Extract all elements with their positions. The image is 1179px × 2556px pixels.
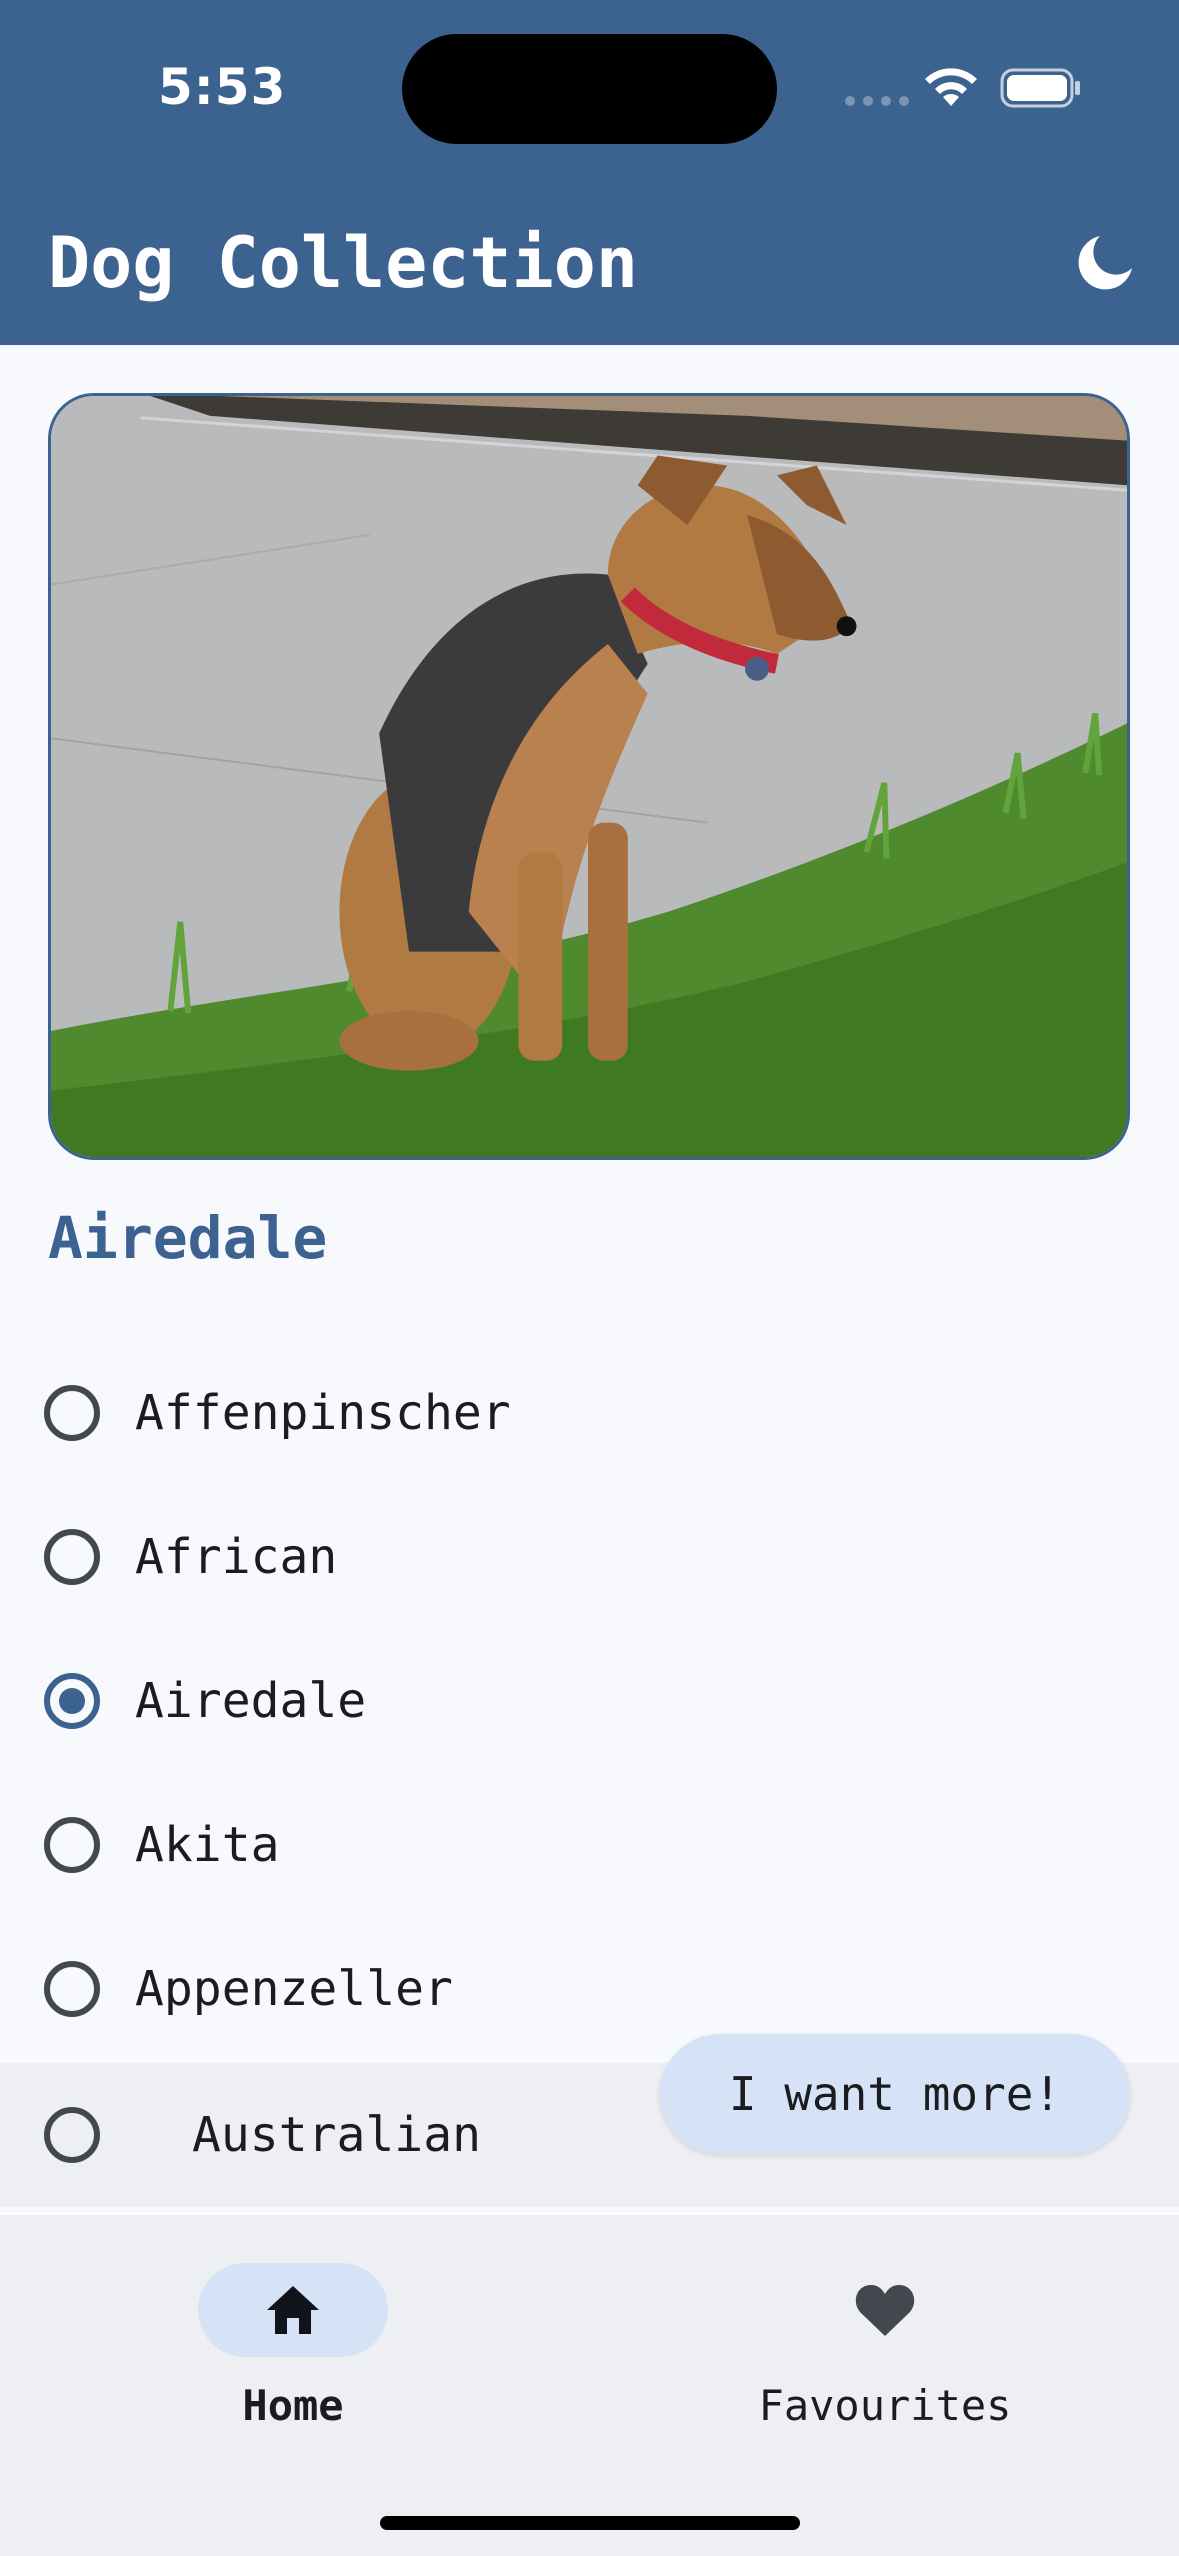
theme-toggle-button[interactable] <box>1070 226 1142 298</box>
home-icon <box>267 2286 319 2334</box>
nav-label-home: Home <box>242 2381 344 2430</box>
radio-button[interactable] <box>44 1529 100 1585</box>
list-item[interactable]: Akita <box>0 1773 1179 1917</box>
selected-breed-title: Airedale <box>48 1204 328 1272</box>
want-more-button[interactable]: I want more! <box>660 2034 1130 2154</box>
breed-label: Appenzeller <box>135 1961 453 2017</box>
page-title: Dog Collection <box>48 222 639 304</box>
dynamic-island <box>402 34 777 144</box>
app-bar: 5:53 Dog Collection <box>0 0 1179 345</box>
wifi-icon <box>925 68 977 106</box>
radio-button[interactable] <box>44 1817 100 1873</box>
list-item[interactable]: Airedale <box>0 1629 1179 1773</box>
battery-icon <box>1000 68 1080 108</box>
dog-image <box>48 393 1130 1160</box>
heart-icon <box>855 2285 915 2336</box>
radio-button[interactable] <box>44 1385 100 1441</box>
breed-label: Airedale <box>135 1673 367 1729</box>
bottom-navigation: Home Favourites <box>0 2212 1179 2556</box>
breed-label: Akita <box>135 1817 280 1873</box>
nav-indicator <box>198 2263 388 2357</box>
status-time: 5:53 <box>158 58 287 116</box>
nav-indicator <box>790 2263 980 2357</box>
nav-item-home[interactable]: Home <box>143 2263 443 2433</box>
cellular-signal-icon <box>845 96 909 106</box>
home-indicator <box>380 2516 800 2530</box>
radio-button[interactable] <box>44 2107 100 2163</box>
nav-item-favourites[interactable]: Favourites <box>735 2263 1035 2433</box>
radio-button-selected[interactable] <box>44 1673 100 1729</box>
list-item[interactable]: Affenpinscher <box>0 1341 1179 1485</box>
radio-button[interactable] <box>44 1961 100 2017</box>
breed-label: Australian <box>192 2107 481 2163</box>
moon-icon <box>1078 236 1132 290</box>
breed-label: Affenpinscher <box>135 1385 511 1441</box>
nav-label-favourites: Favourites <box>758 2381 1012 2430</box>
list-item[interactable]: African <box>0 1485 1179 1629</box>
breed-label: African <box>135 1529 338 1585</box>
